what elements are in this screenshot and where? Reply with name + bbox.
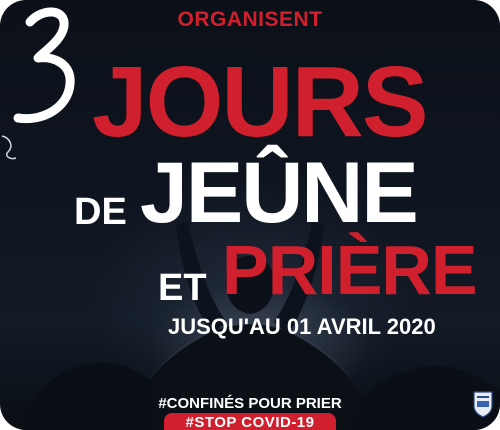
date-line: JUSQU'AU 01 AVRIL 2020: [168, 314, 436, 339]
hashtag-confines: #CONFINÉS POUR PRIER: [158, 395, 342, 412]
signature-mark-icon: [1, 135, 17, 160]
title-prefix-de: DE: [74, 191, 127, 233]
hashtag-stop-covid: #STOP COVID-19: [185, 414, 315, 430]
title-line-priere: PRIÈRE: [222, 231, 478, 309]
title-line-jeune: JEÛNE: [140, 145, 419, 241]
title-line-jours: JOURS: [92, 46, 429, 158]
title-prefix-et: ET: [158, 267, 207, 309]
poster: ORGANISENT 3 JOURS DE JEÛNE ET PRIÈRE JU…: [0, 0, 500, 430]
logo-emblem-icon: [473, 391, 493, 418]
organizer-text: ORGANISENT: [177, 8, 323, 31]
